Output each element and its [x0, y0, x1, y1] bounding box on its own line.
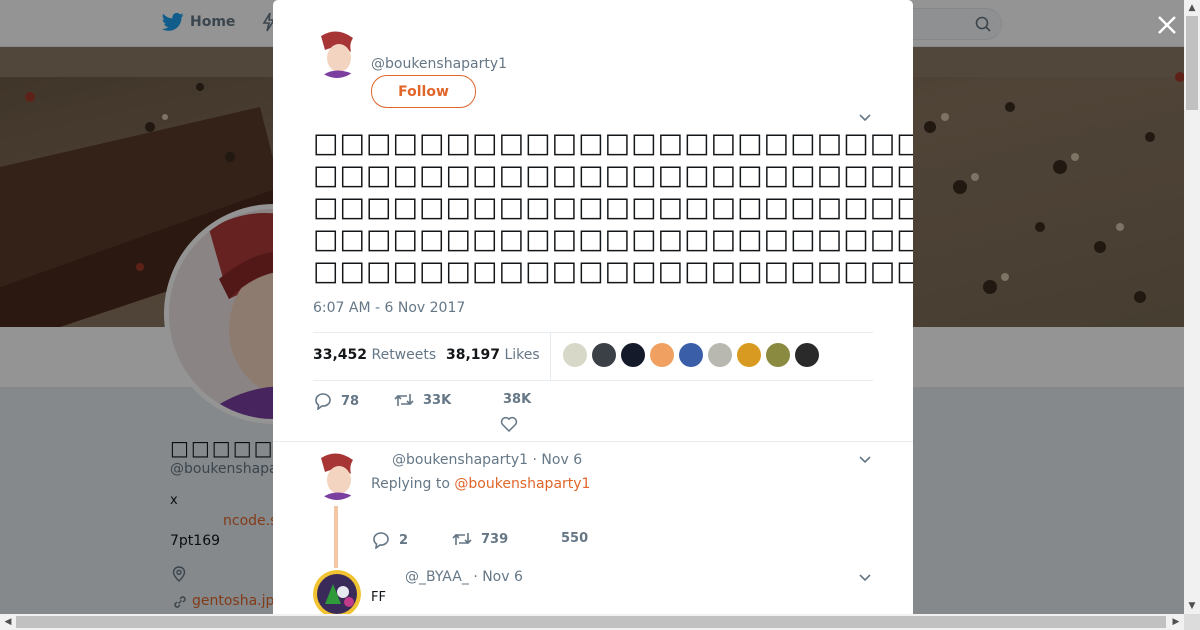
avatar-illustration [313, 30, 361, 78]
liker-avatar[interactable] [592, 343, 616, 367]
stats-divider [550, 333, 551, 380]
scroll-down-arrow[interactable]: ▼ [1184, 598, 1200, 614]
tweet-text-line: □□□□□□□□□□□□□□□□□□□□□□□□□□□□□□□□□□□□□□□□ [313, 256, 913, 287]
tweet-modal: @boukenshaparty1 Follow □□□□□□□□□□□□□□□□… [273, 0, 913, 614]
reply-count: 78 [341, 393, 360, 409]
like-count-area[interactable]: 550 [561, 531, 588, 546]
modal-separator [273, 441, 913, 442]
tweet-text: □□□□□□□□□□□□□□□□□□□□□□□ □□□□□□□□□ □□□□□□□… [313, 128, 913, 288]
replying-to: Replying to @boukenshaparty1 [371, 476, 590, 492]
tweet-text-line: □□□□□□□□□□□□□□□□□□□□□□□□□ [313, 224, 913, 255]
avatar-illustration [313, 452, 361, 500]
liker-avatar[interactable] [708, 343, 732, 367]
tweet-stats: 33,452 Retweets 38,197 Likes [313, 332, 873, 381]
retweet-icon [452, 533, 472, 545]
chevron-down-icon[interactable] [859, 574, 871, 582]
vertical-scrollbar-thumb[interactable] [1186, 16, 1198, 110]
replying-to-label: Replying to [371, 476, 450, 492]
retweets-stat[interactable]: 33,452 Retweets [313, 347, 436, 363]
retweet-action[interactable]: 33K [393, 392, 451, 408]
follow-button[interactable]: Follow [371, 75, 476, 108]
retweets-count: 33,452 [313, 347, 368, 363]
liker-avatar[interactable] [766, 343, 790, 367]
tweet-actions: 78 33K 38K [313, 392, 613, 432]
reply-icon [373, 532, 389, 549]
scroll-up-arrow[interactable]: ▲ [1184, 0, 1200, 16]
liker-avatar[interactable] [795, 343, 819, 367]
like-count-area[interactable]: 38K [503, 392, 531, 407]
tweet-timestamp[interactable]: 6:07 AM - 6 Nov 2017 [313, 300, 465, 316]
liker-avatar[interactable] [650, 343, 674, 367]
reply-author-avatar[interactable] [313, 452, 361, 500]
reply-author-avatar[interactable] [313, 570, 361, 614]
reply-date[interactable]: · Nov 6 [473, 569, 523, 585]
scroll-left-arrow[interactable]: ◀ [0, 614, 16, 630]
liker-avatar[interactable] [621, 343, 645, 367]
chevron-down-icon[interactable] [859, 114, 871, 122]
retweet-count: 33K [423, 392, 452, 408]
tweet-text-line: □□□□□□□□□□□□□□□□□□□□□□□□□□□□□□□□□□□□□□□□… [313, 160, 913, 191]
reply-actions: 2 739 550 [371, 531, 671, 561]
tweet-text-line: □□□□□□□□□□□□□□□□□□□□□□□□□□□□□□□□ [313, 128, 913, 159]
reply-action[interactable]: 78 [313, 392, 359, 410]
retweet-count: 739 [481, 531, 509, 547]
tweet-author-avatar[interactable] [313, 30, 361, 78]
avatar-illustration [313, 570, 361, 614]
reply-header: @boukenshaparty1 · Nov 6 [392, 452, 582, 468]
like-count: 550 [561, 531, 589, 546]
reply-action[interactable]: 2 [371, 531, 408, 549]
chevron-down-icon[interactable] [859, 456, 871, 464]
reply-header: @_BYAA_ · Nov 6 [405, 569, 523, 585]
liker-avatars [563, 343, 819, 367]
heart-icon[interactable] [500, 416, 518, 432]
reply-icon [315, 393, 331, 410]
liker-avatar[interactable] [679, 343, 703, 367]
liker-avatar[interactable] [563, 343, 587, 367]
horizontal-scrollbar-thumb[interactable] [16, 616, 1166, 628]
thread-connector-line [334, 506, 338, 568]
reply-text: FF [371, 590, 386, 605]
scroll-right-arrow[interactable]: ▶ [1168, 614, 1184, 630]
likes-stat[interactable]: 38,197 Likes [446, 347, 540, 363]
retweet-action[interactable]: 739 [451, 531, 508, 547]
scrollbar-corner [1184, 614, 1200, 630]
reply-date[interactable]: · Nov 6 [533, 452, 583, 468]
like-count: 38K [503, 392, 532, 407]
reply-author-handle[interactable]: @_BYAA_ [405, 569, 469, 585]
likes-count: 38,197 [446, 347, 501, 363]
reply-count: 2 [399, 532, 409, 548]
reply-author-handle[interactable]: @boukenshaparty1 [392, 452, 528, 468]
tweet-text-line: □□□□□□□□□□□□□□□□□□□□□□□□□ [313, 192, 913, 223]
liker-avatar[interactable] [737, 343, 761, 367]
retweet-icon [394, 394, 414, 406]
tweet-author-handle[interactable]: @boukenshaparty1 [371, 56, 507, 72]
replying-to-link[interactable]: @boukenshaparty1 [454, 476, 590, 492]
close-icon[interactable] [1154, 12, 1180, 38]
retweets-label: Retweets [371, 347, 437, 363]
likes-label: Likes [504, 347, 540, 363]
